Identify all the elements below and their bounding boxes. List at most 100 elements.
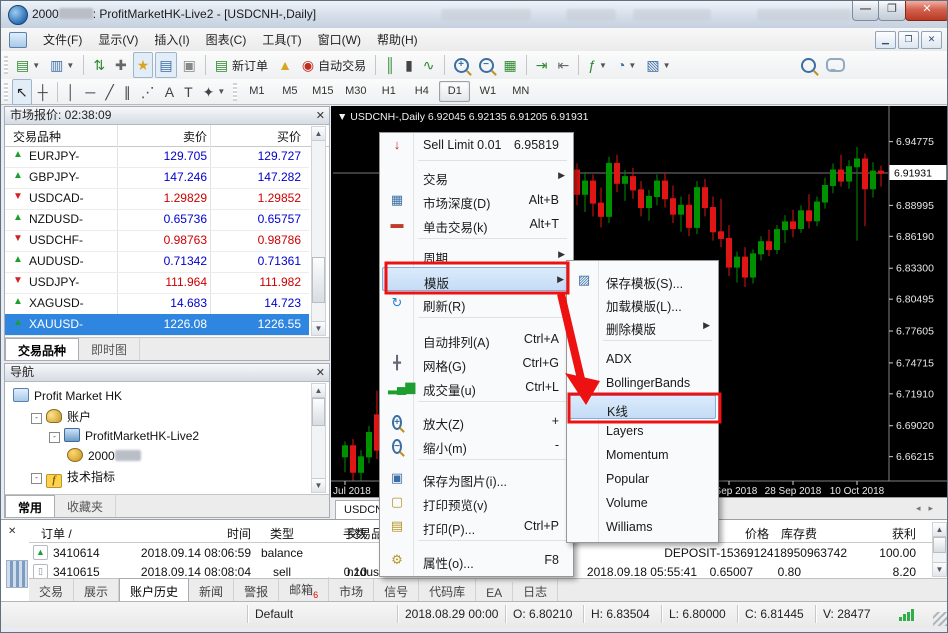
hline-tool[interactable]: ─ <box>81 79 99 105</box>
navigator-close-icon[interactable]: ✕ <box>316 365 325 381</box>
terminal-tab-展示[interactable]: 展示 <box>74 579 119 603</box>
menu-帮助(H)[interactable]: 帮助(H) <box>369 30 426 50</box>
shapes-tool[interactable]: ✦▼ <box>199 79 230 105</box>
line-chart-button[interactable]: ∿ <box>419 52 439 78</box>
menu-item-Popular[interactable]: Popular <box>569 467 716 491</box>
quote-row-gbpjpy-[interactable]: ▲GBPJPY-147.246147.282 <box>5 167 309 189</box>
timeframe-W1[interactable]: W1 <box>472 81 503 102</box>
chat-button[interactable] <box>822 52 849 78</box>
terminal-tab-警报[interactable]: 警报 <box>234 579 279 603</box>
data-window-button[interactable]: ▤ <box>155 52 176 78</box>
menu-item-Layers[interactable]: Layers <box>569 419 716 443</box>
menu-item-保存模板-S-[interactable]: ▨保存模板(S)... <box>569 268 716 292</box>
quote-row-nzdusd-[interactable]: ▲NZDUSD-0.657360.65757 <box>5 209 309 231</box>
menu-item-成交量-u-[interactable]: ▂▄▆成交量(u)Ctrl+L <box>382 375 571 399</box>
menu-item-打印-P-[interactable]: ▤打印(P)...Ctrl+P <box>382 514 571 538</box>
menu-工具(T)[interactable]: 工具(T) <box>254 30 309 50</box>
terminal-tab-新闻[interactable]: 新闻 <box>189 579 234 603</box>
tree-node-root[interactable]: Profit Market HK <box>13 388 122 406</box>
add-indicator-button[interactable]: ƒ▼ <box>584 52 611 78</box>
menu-item-缩小-m-[interactable]: −缩小(m)- <box>382 433 571 457</box>
zoom-box-button[interactable]: ▣ <box>179 52 200 78</box>
toolbar-gripper[interactable] <box>233 83 237 101</box>
menu-item-Sell-Limit-0-01[interactable]: ↓Sell Limit 0.016.95819 <box>382 133 571 157</box>
menu-item-加载模版-L-[interactable]: 加载模版(L)... <box>569 291 716 315</box>
toolbar-gripper[interactable] <box>4 56 8 74</box>
dropdown-arrow-icon[interactable]: ▼ <box>66 61 74 70</box>
tree-node-server[interactable]: -ProfitMarketHK-Live2 <box>49 428 199 446</box>
tree-node-user[interactable]: 2000 <box>67 448 141 466</box>
terminal-tab-账户历史[interactable]: 账户历史 <box>119 578 189 603</box>
cursor-tool[interactable]: ↖ <box>12 79 32 105</box>
new-order-button[interactable]: ▤新订单 <box>211 52 272 78</box>
zoom-in-button[interactable]: + <box>450 52 473 78</box>
menu-item-刷新-R-[interactable]: ↻刷新(R) <box>382 291 571 315</box>
menu-item-ADX[interactable]: ADX <box>569 347 716 371</box>
navigator-scrollbar[interactable]: ▲ ▼ <box>311 383 326 493</box>
timeframe-H1[interactable]: H1 <box>373 81 404 102</box>
quote-row-audusd-[interactable]: ▲AUDUSD-0.713420.71361 <box>5 251 309 273</box>
menu-item-Volume[interactable]: Volume <box>569 491 716 515</box>
tree-node-func[interactable]: -f技术指标 <box>31 468 115 486</box>
collapse-icon[interactable]: - <box>31 473 42 484</box>
tree-node-people[interactable]: -账户 <box>31 408 91 426</box>
menu-item-属性-o-[interactable]: ⚙属性(o)...F8 <box>382 548 571 572</box>
timeframe-MN[interactable]: MN <box>505 81 536 102</box>
menu-窗口(W)[interactable]: 窗口(W) <box>310 30 369 50</box>
quote-row-eurjpy-[interactable]: ▲EURJPY-129.705129.727 <box>5 146 309 168</box>
templates-button[interactable]: ▧▼ <box>642 52 674 78</box>
menu-item-放大-Z-[interactable]: +放大(Z)+ <box>382 409 571 433</box>
menu-item-单击交易-k-[interactable]: ▬单击交易(k)Alt+T <box>382 212 571 236</box>
text-tool[interactable]: A <box>161 79 178 105</box>
market-watch-tab-交易品种[interactable]: 交易品种 <box>5 338 79 360</box>
menu-item-周期[interactable]: 周期▶ <box>382 243 571 267</box>
menu-item-交易[interactable]: 交易▶ <box>382 164 571 188</box>
vline-tool[interactable]: │ <box>63 79 80 105</box>
periods-button[interactable]: ◔▼ <box>613 52 640 78</box>
timeframe-M30[interactable]: M30 <box>340 81 371 102</box>
timeframe-M1[interactable]: M1 <box>241 81 272 102</box>
dropdown-arrow-icon[interactable]: ▼ <box>217 87 225 96</box>
menu-item-删除模版[interactable]: 删除模版▶ <box>569 314 716 338</box>
menu-显示(V)[interactable]: 显示(V) <box>90 30 146 50</box>
terminal-tab-代码库[interactable]: 代码库 <box>419 579 476 603</box>
menu-item-保存为图片-i-[interactable]: ▣保存为图片(i)... <box>382 466 571 490</box>
autoscroll-button[interactable]: ⇅ <box>89 52 109 78</box>
dropdown-arrow-icon[interactable]: ▼ <box>628 61 636 70</box>
dropdown-arrow-icon[interactable]: ▼ <box>32 61 40 70</box>
label-tool[interactable]: T <box>180 79 197 105</box>
trendline-tool[interactable]: ╱ <box>101 79 117 105</box>
menu-item-Williams[interactable]: Williams <box>569 515 716 539</box>
market-watch-scrollbar[interactable]: ▲ ▼ <box>311 126 326 336</box>
quote-row-usdcad-[interactable]: ▼USDCAD-1.298291.29852 <box>5 188 309 210</box>
mdi-minimize-button[interactable]: ▁ <box>875 31 896 49</box>
menu-item-市场深度-D-[interactable]: ▦市场深度(D)Alt+B <box>382 188 571 212</box>
menu-item-模版[interactable]: 模版▶ <box>382 267 571 291</box>
close-button[interactable]: ✕ <box>905 1 948 21</box>
terminal-tab-EA[interactable]: EA <box>476 582 513 603</box>
menu-item-打印预览-v-[interactable]: ▢打印预览(v) <box>382 490 571 514</box>
quote-row-usdjpy-[interactable]: ▼USDJPY-111.964111.982 <box>5 272 309 294</box>
terminal-tab-邮箱[interactable]: 邮箱6 <box>279 577 329 603</box>
bar-chart-button[interactable]: ║ <box>381 52 399 78</box>
timeframe-H4[interactable]: H4 <box>406 81 437 102</box>
scroll-to-end-button[interactable]: ⇥ <box>532 52 552 78</box>
shift-end-button[interactable]: ⇤ <box>554 52 574 78</box>
new-chart-button[interactable]: ▤▼ <box>12 52 44 78</box>
restore-button[interactable]: ❐ <box>878 1 906 21</box>
menu-item-Momentum[interactable]: Momentum <box>569 443 716 467</box>
resize-grip[interactable] <box>933 612 947 626</box>
timeframe-M15[interactable]: M15 <box>307 81 338 102</box>
indicators-list-button[interactable]: ★ <box>133 52 154 78</box>
menu-item-网格-G-[interactable]: ╋网格(G)Ctrl+G <box>382 351 571 375</box>
navigator-tab-常用[interactable]: 常用 <box>5 495 55 517</box>
autotrading-button[interactable]: ◉自动交易 <box>298 52 370 78</box>
tile-windows-button[interactable]: ▦ <box>500 52 521 78</box>
terminal-tab-交易[interactable]: 交易 <box>29 579 74 603</box>
zoom-out-button[interactable]: − <box>475 52 498 78</box>
menu-item-K线[interactable]: K线 <box>569 395 716 419</box>
chart-tab-scroll-arrows[interactable]: ◂▸ <box>916 503 941 514</box>
navigator-tab-收藏夹[interactable]: 收藏夹 <box>55 495 116 517</box>
chart-shift-button[interactable]: ✚ <box>111 52 131 78</box>
terminal-tab-市场[interactable]: 市场 <box>329 579 374 603</box>
